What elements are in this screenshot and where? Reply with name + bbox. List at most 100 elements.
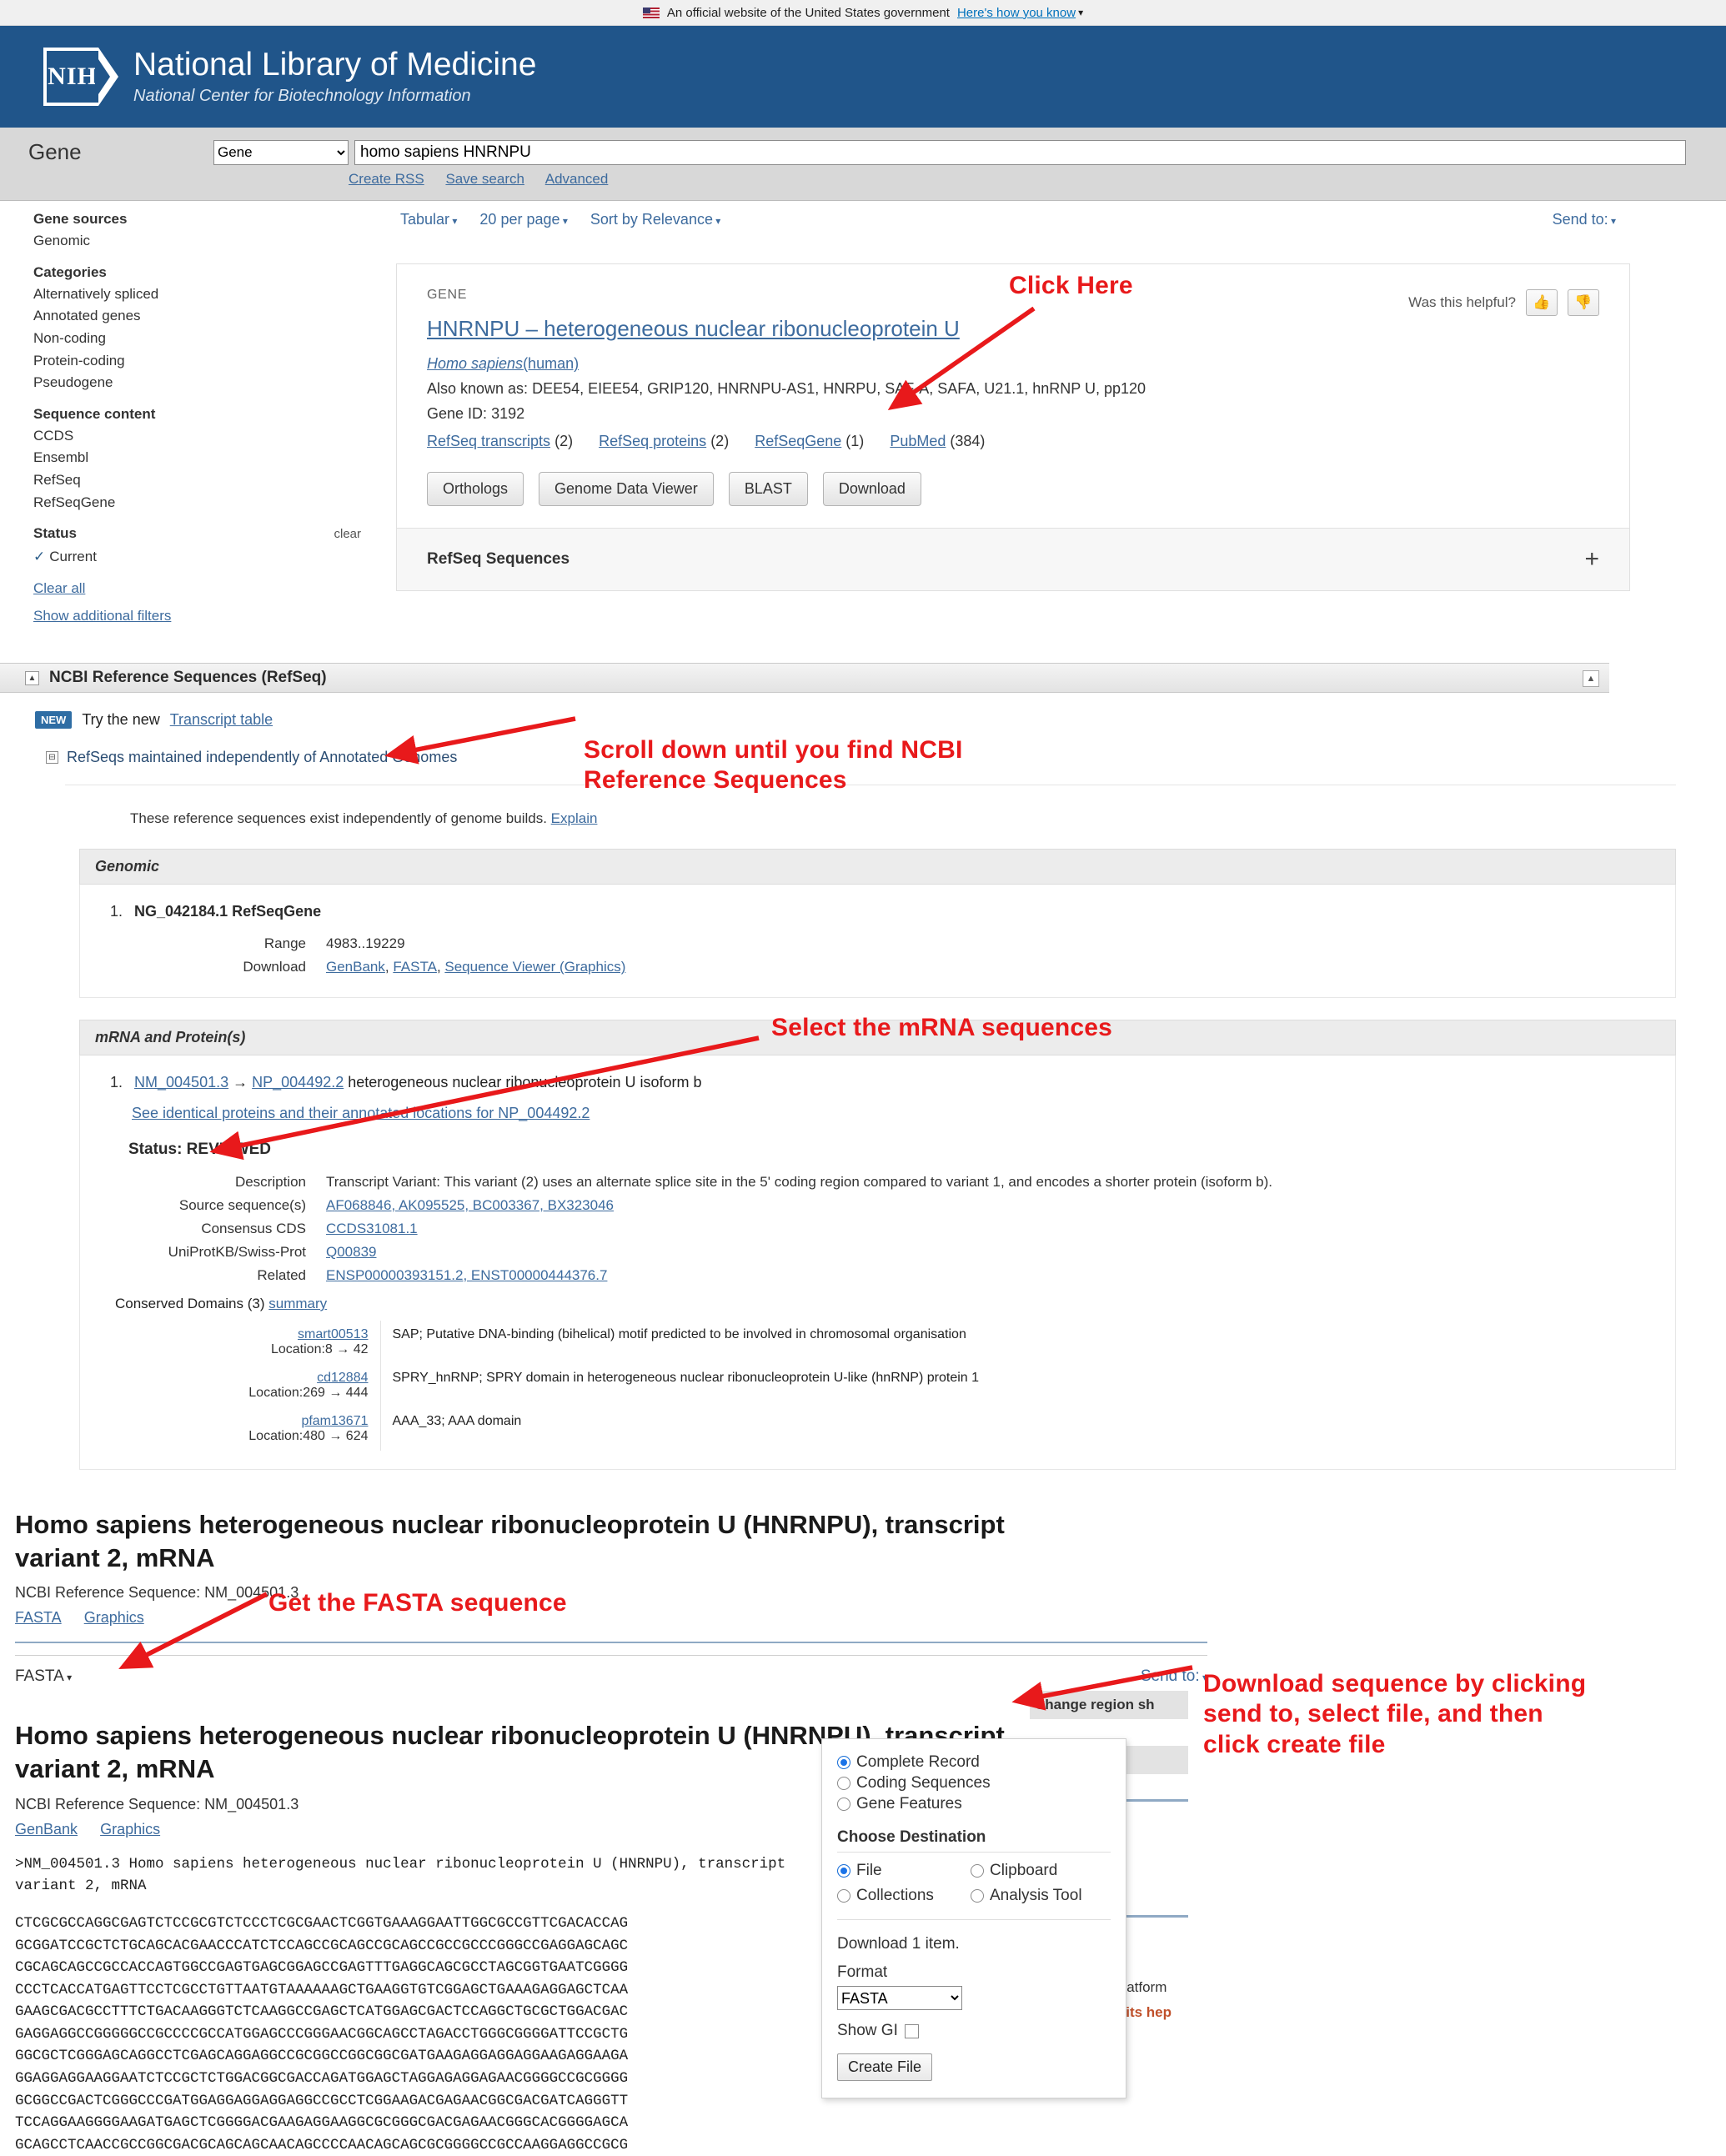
section-collapse-icon[interactable]: ▲ [1583, 670, 1599, 688]
related-label: Related [257, 1267, 306, 1284]
np-accession-link[interactable]: NP_004492.2 [252, 1074, 344, 1091]
thumbs-down-icon[interactable]: 👎 [1568, 289, 1599, 316]
send-to-dropdown[interactable]: Send to: ▾ [1141, 1667, 1207, 1686]
source-sequences-link[interactable]: AF068846, AK095525, BC003367, BX323046 [326, 1197, 614, 1213]
format-menu[interactable]: FASTA ▾ [15, 1667, 72, 1686]
related-value[interactable]: ENSP00000393151.2, ENST00000444376.7 [316, 1264, 1282, 1287]
expand-toggle-icon[interactable]: ⊟ [46, 751, 58, 765]
facet-item-non-coding[interactable]: Non-coding [33, 328, 379, 349]
display-format-dropdown[interactable]: Tabular ▾ [400, 211, 457, 228]
per-page-dropdown[interactable]: 20 per page ▾ [479, 211, 567, 228]
mrna-description: heterogeneous nuclear ribonucleoprotein … [348, 1074, 702, 1091]
facet-item-protein-coding[interactable]: Protein-coding [33, 351, 379, 372]
record-option-complete[interactable]: Complete Record [837, 1753, 1111, 1772]
refseq-transcripts-link[interactable]: RefSeq transcripts [427, 433, 550, 449]
domain-description: SPRY_hnRNP; SPRY domain in heterogeneous… [379, 1364, 1552, 1408]
related-link[interactable]: ENSP00000393151.2, ENST00000444376.7 [326, 1267, 607, 1283]
aliases-value: DEE54, EIEE54, GRIP120, HNRNPU-AS1, HNRP… [532, 380, 1146, 397]
facet-item-alternatively-spliced[interactable]: Alternatively spliced [33, 284, 379, 305]
show-gi-checkbox[interactable] [904, 2023, 919, 2038]
refseq-section-header[interactable]: ▲ NCBI Reference Sequences (RefSeq) ▲ [0, 663, 1609, 694]
facet-item-current[interactable]: Current [33, 547, 379, 568]
domain-id-link[interactable]: smart00513 [213, 1327, 369, 1342]
explain-link[interactable]: Explain [551, 810, 598, 826]
fasta-format-link[interactable]: FASTA [15, 1609, 62, 1626]
radio-label: Coding Sequences [856, 1774, 991, 1792]
gene-title-link[interactable]: HNRNPU – heterogeneous nuclear ribonucle… [427, 316, 960, 342]
create-file-button[interactable]: Create File [837, 2053, 933, 2081]
domain-id-link[interactable]: pfam13671 [213, 1414, 368, 1429]
download-button[interactable]: Download [822, 472, 921, 506]
search-input[interactable] [354, 139, 1686, 165]
genbank-format-link[interactable]: GenBank [15, 1821, 78, 1838]
show-additional-filters-link[interactable]: Show additional filters [33, 608, 379, 624]
record-option-gene-features[interactable]: Gene Features [837, 1795, 1111, 1813]
facet-group-status: Status clear Current [33, 525, 379, 568]
uniprot-value[interactable]: Q00839 [316, 1241, 1282, 1264]
how-you-know-link[interactable]: Here's how you know [957, 6, 1076, 20]
refseq-sequences-accordion[interactable]: RefSeq Sequences + [397, 528, 1629, 590]
facet-item-refseqgene[interactable]: RefSeqGene [33, 493, 379, 514]
record-option-coding[interactable]: Coding Sequences [837, 1774, 1111, 1792]
facet-item-genomic[interactable]: Genomic [33, 231, 379, 252]
save-search-link[interactable]: Save search [445, 171, 524, 187]
conserved-domains-table: smart00513 Location:8 → 42 SAP; Putative… [201, 1321, 1552, 1452]
radio-analysis-tool[interactable] [971, 1889, 984, 1903]
radio-gene-features[interactable] [837, 1798, 850, 1811]
nm-accession-link[interactable]: NM_004501.3 [134, 1074, 228, 1091]
sequence-viewer-link[interactable]: Sequence Viewer (Graphics) [444, 959, 625, 975]
table-row: Related ENSP00000393151.2, ENST000004443… [137, 1264, 1282, 1287]
sort-dropdown[interactable]: Sort by Relevance ▾ [590, 211, 720, 228]
refseq-proteins-link[interactable]: RefSeq proteins [599, 433, 706, 449]
orthologs-button[interactable]: Orthologs [427, 472, 524, 506]
conserved-domains-summary-link[interactable]: summary [268, 1296, 327, 1311]
facet-item-pseudogene[interactable]: Pseudogene [33, 373, 379, 394]
radio-clipboard[interactable] [971, 1864, 984, 1878]
genome-data-viewer-button[interactable]: Genome Data Viewer [539, 472, 714, 506]
refseqgene-link[interactable]: RefSeqGene [755, 433, 841, 449]
blast-button[interactable]: BLAST [728, 472, 808, 506]
clear-all-link[interactable]: Clear all [33, 580, 379, 597]
consensus-cds-link[interactable]: CCDS31081.1 [326, 1221, 418, 1236]
facet-item-refseq[interactable]: RefSeq [33, 470, 379, 491]
pubmed-link[interactable]: PubMed [890, 433, 946, 449]
organism-link[interactable]: Homo sapiens [427, 355, 523, 372]
fasta-link[interactable]: FASTA [393, 959, 437, 975]
organism-common-link[interactable]: (human) [523, 355, 579, 372]
source-sequences-label: Source sequence(s) [178, 1197, 306, 1214]
genbank-link[interactable]: GenBank [326, 959, 385, 975]
collapse-toggle-icon[interactable]: ▲ [25, 670, 39, 685]
uniprot-link[interactable]: Q00839 [326, 1244, 377, 1260]
radio-complete-record[interactable] [837, 1756, 850, 1769]
show-gi-row[interactable]: Show GI [837, 2022, 1111, 2040]
plus-icon[interactable]: + [1584, 545, 1599, 574]
dest-option-analysis-tool[interactable]: Analysis Tool [971, 1887, 1111, 1905]
dest-option-clipboard[interactable]: Clipboard [971, 1862, 1111, 1880]
facet-clear-status[interactable]: clear [334, 527, 379, 541]
transcript-table-link[interactable]: Transcript table [170, 711, 273, 729]
consensus-cds-value[interactable]: CCDS31081.1 [316, 1217, 1282, 1241]
graphics-format-link[interactable]: Graphics [84, 1609, 144, 1626]
was-this-helpful: Was this helpful? 👍 👎 [1408, 289, 1599, 316]
database-select[interactable]: Gene [213, 139, 349, 165]
radio-coding-sequences[interactable] [837, 1777, 850, 1790]
dest-option-collections[interactable]: Collections [837, 1887, 971, 1905]
radio-collections[interactable] [837, 1889, 850, 1903]
graphics-format-link-2[interactable]: Graphics [100, 1821, 160, 1838]
format-select[interactable]: FASTA [837, 1986, 962, 2010]
send-to-dropdown-results[interactable]: Send to: ▾ [1553, 211, 1616, 228]
facet-item-ccds[interactable]: CCDS [33, 426, 379, 447]
arrow-icon: → [233, 1074, 248, 1091]
dest-option-file[interactable]: File [837, 1862, 971, 1880]
source-sequences-value[interactable]: AF068846, AK095525, BC003367, BX323046 [316, 1194, 1282, 1217]
facet-item-ensembl[interactable]: Ensembl [33, 448, 379, 469]
thumbs-up-icon[interactable]: 👍 [1526, 289, 1558, 316]
domain-id-link[interactable]: cd12884 [213, 1371, 368, 1386]
advanced-search-link[interactable]: Advanced [545, 171, 609, 187]
facet-item-annotated-genes[interactable]: Annotated genes [33, 306, 379, 327]
nlm-logo[interactable]: NIH National Library of Medicine Nationa… [43, 47, 536, 106]
radio-file[interactable] [837, 1864, 850, 1878]
change-region-label[interactable]: Change region sh [1030, 1691, 1188, 1719]
create-rss-link[interactable]: Create RSS [349, 171, 424, 187]
see-identical-proteins-link[interactable]: See identical proteins and their annotat… [132, 1105, 590, 1121]
